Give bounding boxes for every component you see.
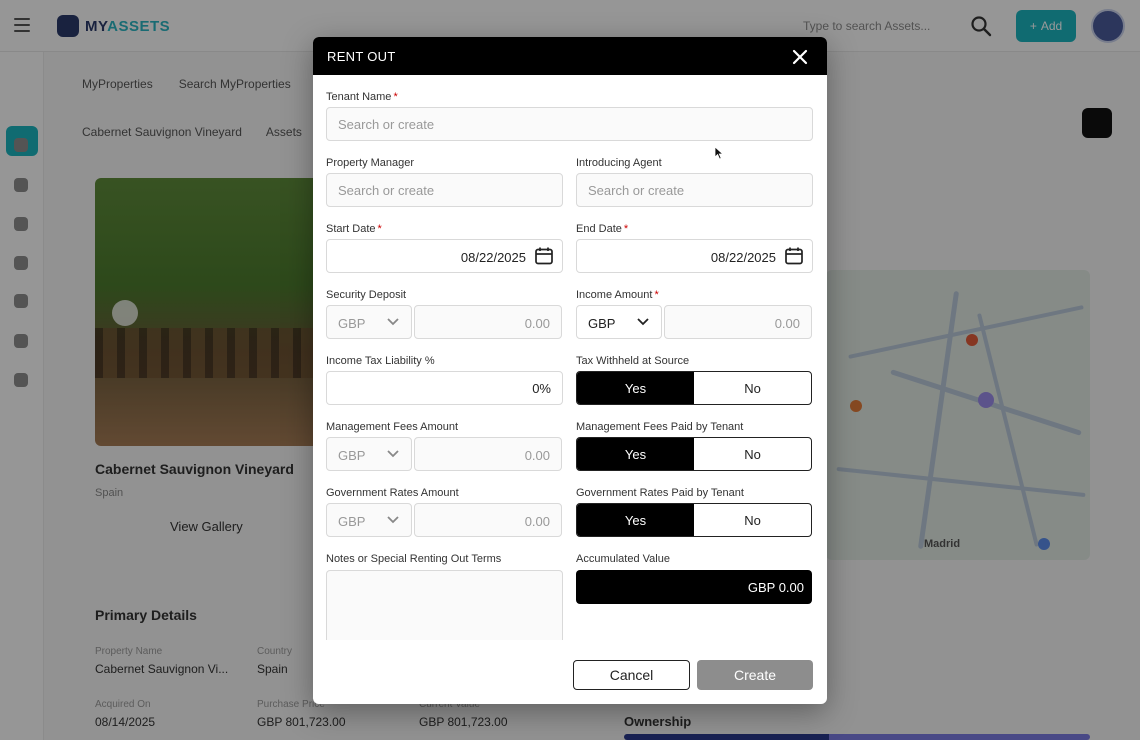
accumulated-value-label: Accumulated Value [576, 553, 670, 565]
modal-title: RENT OUT [327, 49, 396, 64]
government-rates-amount-input[interactable]: 0.00 [414, 503, 562, 537]
income-amount-label: Income Amount * [576, 289, 659, 301]
government-rates-amount-label: Government Rates Amount [326, 487, 459, 499]
calendar-icon[interactable] [534, 246, 554, 266]
management-fees-amount-label: Management Fees Amount [326, 421, 459, 433]
security-deposit-amount-input[interactable]: 0.00 [414, 305, 562, 339]
management-fees-currency-select[interactable]: GBP [326, 437, 412, 471]
chevron-down-icon [387, 318, 399, 326]
management-fees-paid-toggle: Yes No [576, 437, 812, 471]
income-amount-input[interactable]: 0.00 [664, 305, 812, 339]
income-tax-liability-label: Income Tax Liability % [326, 355, 435, 367]
introducing-agent-label: Introducing Agent [576, 157, 662, 169]
mouse-cursor-icon [714, 146, 724, 160]
cancel-button[interactable]: Cancel [573, 660, 690, 690]
end-date-label: End Date * [576, 223, 629, 235]
government-rates-paid-label: Government Rates Paid by Tenant [576, 487, 744, 499]
notes-textarea[interactable] [326, 570, 563, 640]
chevron-down-icon [637, 318, 649, 326]
income-amount-currency-select[interactable]: GBP [576, 305, 662, 339]
tax-withheld-toggle: Yes No [576, 371, 812, 405]
introducing-agent-input[interactable]: Search or create [576, 173, 813, 207]
end-date-value: 08/22/2025 [710, 250, 776, 265]
security-deposit-currency-select[interactable]: GBP [326, 305, 412, 339]
close-icon[interactable] [789, 46, 811, 68]
start-date-value: 08/22/2025 [460, 250, 526, 265]
rent-out-modal: RENT OUT Tenant Name * Search or create P… [313, 37, 827, 704]
chevron-down-icon [387, 516, 399, 524]
management-fees-amount-input[interactable]: 0.00 [414, 437, 562, 471]
government-rates-paid-no[interactable]: No [694, 504, 811, 536]
government-rates-currency-select[interactable]: GBP [326, 503, 412, 537]
end-date-input[interactable]: 08/22/2025 [576, 239, 813, 273]
property-manager-label: Property Manager [326, 157, 415, 169]
modal-header: RENT OUT [313, 37, 827, 75]
property-manager-input[interactable]: Search or create [326, 173, 563, 207]
chevron-down-icon [387, 450, 399, 458]
calendar-icon[interactable] [784, 246, 804, 266]
notes-label: Notes or Special Renting Out Terms [326, 553, 502, 565]
accumulated-value-display: GBP 0.00 [576, 570, 812, 604]
tenant-name-label: Tenant Name * [326, 91, 398, 103]
government-rates-paid-toggle: Yes No [576, 503, 812, 537]
tax-withheld-label: Tax Withheld at Source [576, 355, 690, 367]
management-fees-paid-yes[interactable]: Yes [577, 438, 694, 470]
tax-withheld-yes[interactable]: Yes [577, 372, 694, 404]
create-button[interactable]: Create [697, 660, 813, 690]
management-fees-paid-label: Management Fees Paid by Tenant [576, 421, 744, 433]
security-deposit-label: Security Deposit [326, 289, 407, 301]
government-rates-paid-yes[interactable]: Yes [577, 504, 694, 536]
tax-withheld-no[interactable]: No [694, 372, 811, 404]
management-fees-paid-no[interactable]: No [694, 438, 811, 470]
start-date-input[interactable]: 08/22/2025 [326, 239, 563, 273]
tenant-name-input[interactable]: Search or create [326, 107, 813, 141]
start-date-label: Start Date * [326, 223, 382, 235]
income-tax-liability-input[interactable]: 0% [326, 371, 563, 405]
